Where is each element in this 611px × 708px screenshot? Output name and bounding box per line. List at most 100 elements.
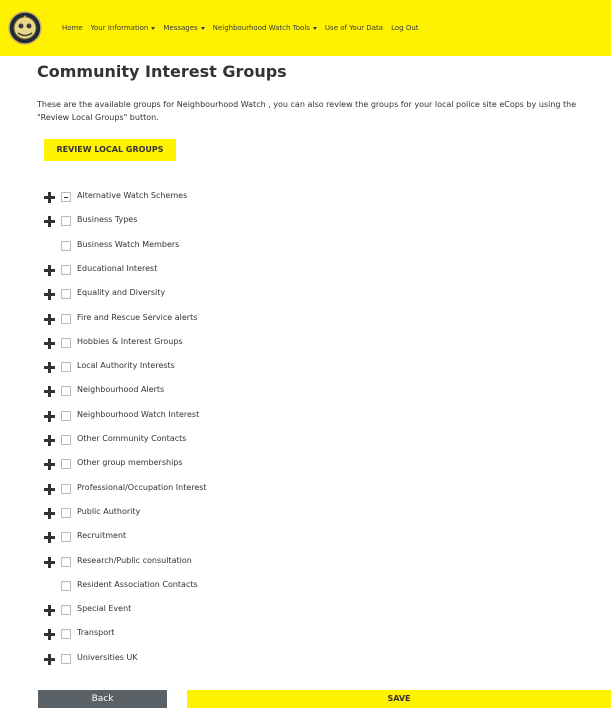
group-checkbox[interactable] (61, 556, 71, 567)
group-row: Fire and Rescue Service alerts (44, 311, 444, 327)
group-row: Other Community Contacts (44, 432, 444, 448)
intro-text: These are the available groups for Neigh… (37, 100, 577, 122)
group-checkbox[interactable] (61, 289, 71, 300)
group-checkbox[interactable] (61, 410, 71, 421)
group-checkbox[interactable] (61, 532, 71, 543)
group-row: Professional/Occupation Interest (44, 481, 444, 497)
nav-item-label: Neighbourhood Watch Tools (212, 24, 310, 32)
group-row: Business Types (44, 213, 444, 229)
group-row: Neighbourhood Alerts (44, 383, 444, 399)
plus-icon[interactable] (44, 289, 55, 301)
plus-icon[interactable] (44, 313, 55, 325)
page-title: Community Interest Groups (37, 62, 287, 81)
group-checkbox[interactable] (61, 483, 71, 494)
group-row: Special Event (44, 602, 444, 618)
plus-icon[interactable] (44, 386, 55, 398)
caret-down-icon (312, 26, 317, 30)
group-checkbox[interactable] (61, 362, 71, 373)
nav-item-label: Home (62, 24, 83, 32)
group-label: Professional/Occupation Interest (77, 482, 207, 492)
plus-icon[interactable] (44, 459, 55, 471)
group-label: Other group memberships (77, 458, 183, 468)
group-label: Hobbies & Interest Groups (77, 336, 183, 346)
plus-icon[interactable] (44, 410, 55, 422)
group-checkbox[interactable] (61, 605, 71, 616)
group-label: Local Authority Interests (77, 361, 175, 371)
back-button[interactable]: Back (38, 690, 167, 708)
plus-icon[interactable] (44, 653, 55, 665)
group-label: Alternative Watch Schemes (77, 191, 188, 200)
group-row: Alternative Watch Schemes (44, 189, 444, 205)
plus-icon[interactable] (44, 264, 55, 276)
nav-item-neighbourhood-watch-tools[interactable]: Neighbourhood Watch Tools (213, 24, 317, 32)
plus-icon[interactable] (44, 507, 55, 519)
group-label: Public Authority (77, 506, 141, 516)
group-checkbox[interactable] (61, 653, 71, 664)
group-checkbox[interactable] (61, 216, 71, 227)
group-checkbox[interactable] (61, 264, 71, 275)
group-label: Research/Public consultation (77, 555, 192, 565)
plus-icon[interactable] (44, 605, 55, 617)
group-row: Transport (44, 626, 444, 642)
plus-icon[interactable] (44, 337, 55, 349)
group-row: Hobbies & Interest Groups (44, 335, 444, 351)
group-row: Research/Public consultation (44, 554, 444, 570)
group-checkbox[interactable] (61, 313, 71, 324)
group-row: Business Watch Members (44, 238, 444, 254)
group-checkbox[interactable] (61, 386, 71, 397)
plus-icon[interactable] (44, 629, 55, 641)
group-row: Recruitment (44, 529, 444, 545)
group-checkbox[interactable] (61, 629, 71, 640)
plus-icon[interactable] (44, 556, 55, 568)
group-row: Resident Association Contacts (44, 578, 444, 594)
review-local-groups-button[interactable]: REVIEW LOCAL GROUPS (44, 139, 176, 161)
group-label: Special Event (77, 604, 132, 614)
group-label: Equality and Diversity (77, 288, 166, 298)
nav-item-use-of-your-data[interactable]: Use of Your Data (325, 24, 383, 32)
group-row: Public Authority (44, 505, 444, 521)
group-checkbox[interactable] (61, 337, 71, 348)
caret-down-icon (151, 26, 156, 30)
group-label: Transport (77, 628, 115, 638)
group-checkbox[interactable] (61, 507, 71, 518)
group-checkbox[interactable] (61, 580, 71, 591)
group-label: Fire and Rescue Service alerts (77, 312, 198, 322)
group-row: Educational Interest (44, 262, 444, 278)
plus-icon[interactable] (44, 532, 55, 544)
plus-icon[interactable] (44, 483, 55, 495)
nav-item-label: Use of Your Data (324, 24, 384, 32)
group-label: Recruitment (77, 531, 127, 541)
group-label: Neighbourhood Alerts (77, 385, 165, 395)
nav-item-label: Messages (163, 24, 198, 32)
save-button[interactable]: SAVE (187, 690, 611, 708)
plus-icon[interactable] (44, 362, 55, 374)
group-label: Resident Association Contacts (77, 579, 198, 589)
plus-icon[interactable] (44, 435, 55, 446)
group-label: Business Watch Members (77, 239, 180, 249)
nav-item-log-out[interactable]: Log Out (391, 24, 418, 32)
group-checkbox[interactable] (61, 435, 71, 445)
caret-down-icon (200, 26, 205, 30)
top-navbar: Home Your Information Messages Neighbourhoo… (0, 0, 611, 56)
nav-item-label: Your Information (90, 24, 149, 32)
group-row: Equality and Diversity (44, 286, 444, 302)
neighbourhood-watch-logo-icon[interactable] (8, 11, 42, 45)
group-checkbox[interactable] (61, 192, 71, 202)
group-checkbox[interactable] (61, 240, 71, 251)
group-row: Other group memberships (44, 456, 444, 472)
nav-item-your-information[interactable]: Your Information (91, 24, 156, 32)
plus-icon[interactable] (44, 192, 55, 203)
group-row: Local Authority Interests (44, 359, 444, 375)
nav-item-messages[interactable]: Messages (163, 24, 205, 32)
plus-icon[interactable] (44, 216, 55, 228)
group-label: Neighbourhood Watch Interest (77, 409, 200, 419)
group-label: Other Community Contacts (77, 434, 187, 443)
group-label: Business Types (77, 215, 138, 225)
nav-menu: Home Your Information Messages Neighbourhoo… (62, 0, 427, 56)
nav-item-home[interactable]: Home (62, 24, 83, 32)
group-row: Universities UK (44, 651, 444, 667)
group-label: Universities UK (77, 652, 138, 662)
group-checkbox[interactable] (61, 459, 71, 470)
nav-item-label: Log Out (391, 24, 419, 32)
group-row: Neighbourhood Watch Interest (44, 408, 444, 424)
